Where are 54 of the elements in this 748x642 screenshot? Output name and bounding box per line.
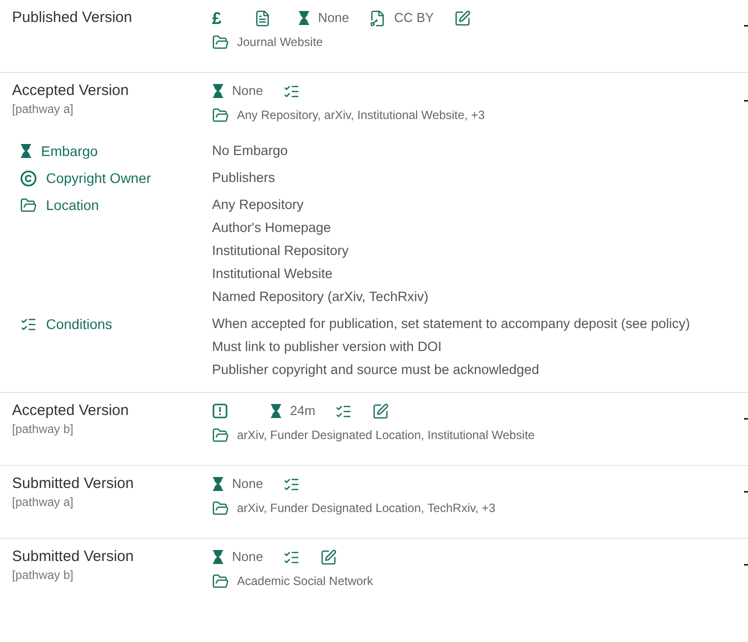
detail-value: Author's Homepage [212, 219, 332, 237]
version-title: Submitted Version [12, 474, 135, 494]
detail-label: Embargo [41, 142, 98, 161]
fee-symbol: £ [212, 10, 222, 26]
folder-icon [212, 106, 229, 124]
embargo-value: None [318, 9, 350, 28]
hourglass-icon [212, 476, 224, 492]
edit-icon [454, 10, 471, 26]
pathway-label: [pathway a] [12, 101, 74, 117]
version-title: Published Version [12, 8, 134, 28]
folder-icon [212, 572, 229, 590]
detail-value: When accepted for publication, set statement to accompany deposit (see policy) [212, 315, 690, 333]
version-title: Accepted Version [12, 81, 130, 101]
embargo-value: None [232, 475, 264, 494]
version-title: Submitted Version [12, 547, 135, 567]
locations-text: Academic Social Network [237, 573, 374, 590]
embargo-value: None [232, 82, 264, 100]
detail-label: Location [46, 196, 99, 215]
pathway-label: [pathway b] [12, 567, 74, 583]
folder-icon [20, 196, 37, 214]
detail-value: Publishers [212, 169, 276, 187]
detail-value: Institutional Website [212, 265, 334, 283]
embargo-value: 24m [290, 402, 316, 420]
detail-value: Institutional Repository [212, 242, 350, 260]
locations-text: arXiv, Funder Designated Location, Institutional Website [237, 427, 535, 444]
hourglass-icon [20, 143, 32, 159]
hourglass-icon [212, 83, 224, 99]
detail-value: Any Repository [212, 196, 305, 214]
copyright-icon [20, 170, 37, 186]
locations-text: Any Repository, arXiv, Institutional Website, +3 [237, 107, 485, 124]
detail-value: Named Repository (arXiv, TechRxiv) [212, 288, 428, 306]
locations-text: arXiv, Funder Designated Location, TechRxiv, +3 [237, 500, 496, 517]
locations-text: Journal Website [237, 34, 323, 51]
folder-icon [212, 34, 229, 50]
detail-label: Copyright Owner [46, 169, 152, 188]
detail-value: Must link to publisher version with DOI [212, 338, 443, 356]
document-icon [254, 10, 271, 26]
hourglass-icon [298, 10, 310, 26]
alert-icon [212, 403, 228, 419]
pathway-label: [pathway a] [12, 494, 74, 510]
pathway-label: [pathway b] [12, 421, 74, 437]
version-title: Accepted Version [12, 401, 130, 421]
folder-icon [212, 500, 229, 516]
embargo-value: None [232, 548, 264, 566]
folder-icon [212, 426, 229, 444]
detail-value: No Embargo [212, 142, 288, 160]
detail-value: Publisher copyright and source must be acknowledged [212, 361, 540, 379]
edit-icon [320, 548, 338, 566]
edit-icon [372, 402, 390, 420]
hourglass-icon [270, 403, 282, 419]
detail-label: Conditions [46, 315, 112, 334]
license-value: CC BY [394, 9, 434, 28]
hourglass-icon [212, 549, 224, 565]
license-icon [369, 10, 386, 26]
